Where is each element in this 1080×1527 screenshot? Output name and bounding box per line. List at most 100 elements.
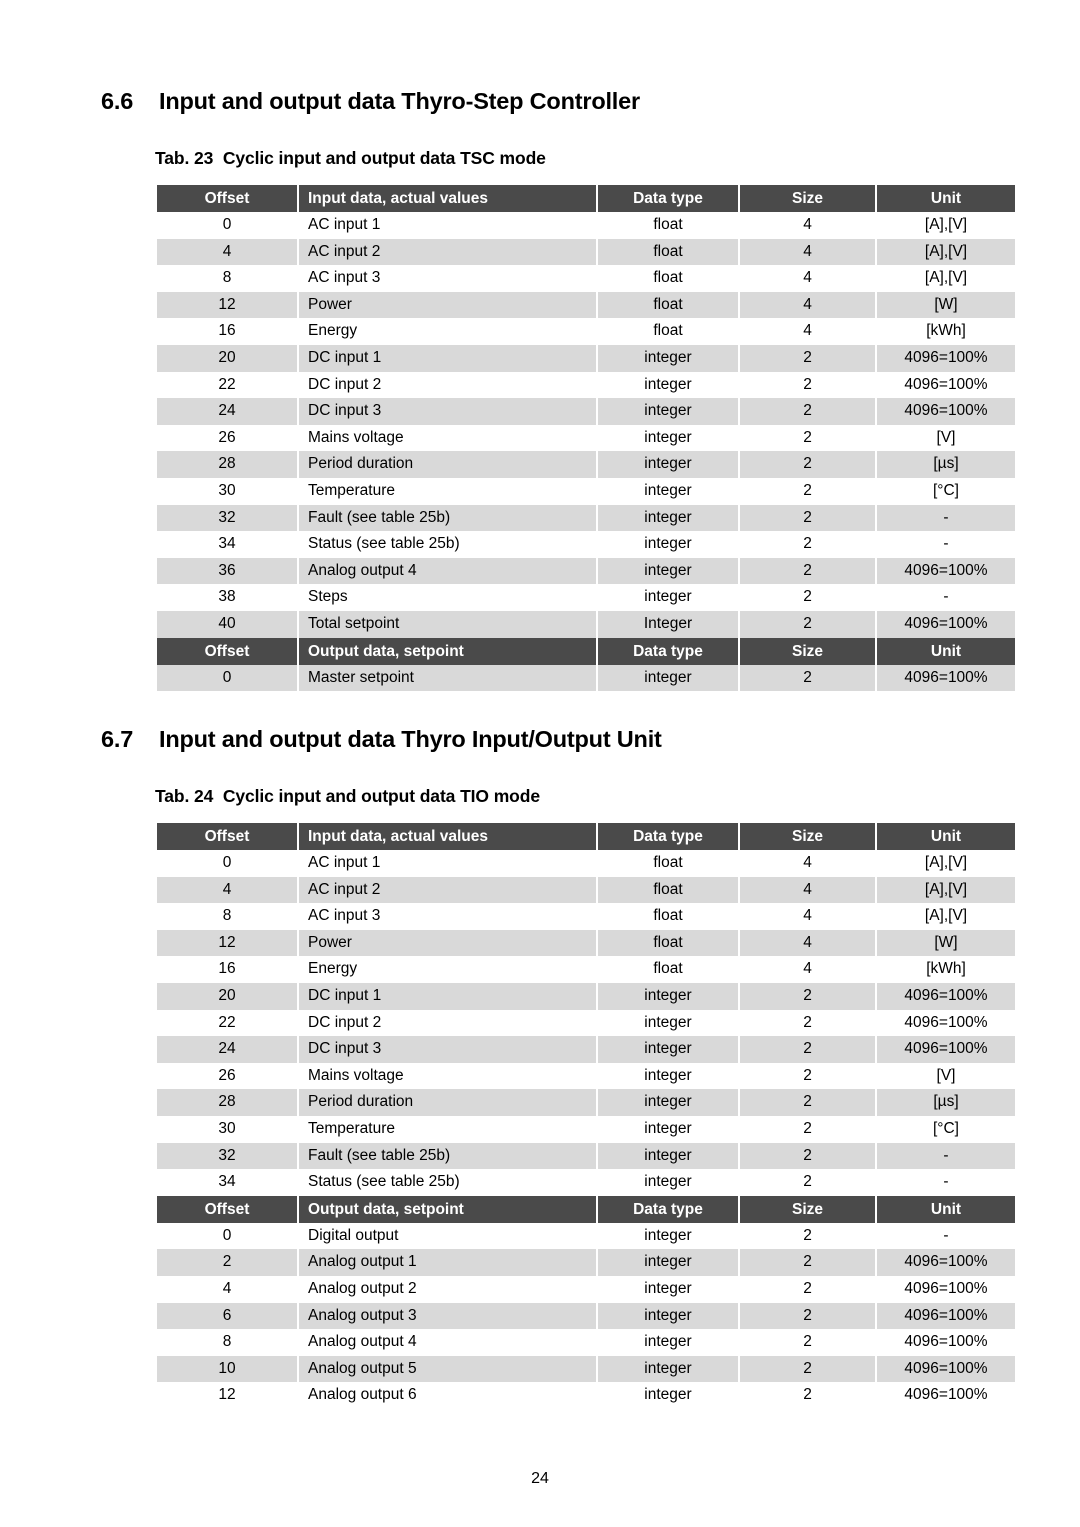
table-row: 26 Mains voltage integer 2 [V] [157, 1062, 1015, 1090]
table-cell: 2 [740, 1089, 875, 1116]
table-cell: 4 [157, 1275, 297, 1303]
table-cell: 4 [740, 238, 875, 266]
table-cell: 2 [740, 424, 875, 452]
table-row: 20 DC input 1 integer 2 4096=100% [157, 982, 1015, 1010]
table-cell: Temperature [299, 477, 596, 505]
table-row: 36 Analog output 4 integer 2 4096=100% [157, 557, 1015, 585]
table-cell: 16 [157, 318, 297, 345]
table-row: 0 AC input 1 float 4 [A],[V] [157, 212, 1015, 239]
table-cell: 2 [740, 504, 875, 532]
table-cell: 24 [157, 398, 297, 425]
table-cell: 2 [740, 531, 875, 558]
table-cell: integer [598, 664, 738, 692]
table-cell: 2 [740, 1382, 875, 1409]
table-cell: DC input 2 [299, 371, 596, 399]
table-cell: [V] [877, 424, 1015, 452]
column-header: Data type [598, 823, 738, 850]
table-24-body: Offset Input data, actual values Data type… [157, 823, 1015, 1409]
table-cell: Temperature [299, 1115, 596, 1143]
table-cell: 2 [740, 371, 875, 399]
table-cell: integer [598, 504, 738, 532]
table-cell: - [877, 1142, 1015, 1170]
table-row: 24 DC input 3 integer 2 4096=100% [157, 1036, 1015, 1063]
table-cell: float [598, 929, 738, 957]
table-cell: 22 [157, 1009, 297, 1037]
table-cell: integer [598, 557, 738, 585]
table-cell: 4 [740, 903, 875, 930]
table-cell: 4 [740, 291, 875, 319]
table-cell: integer [598, 584, 738, 611]
table-cell: 4096=100% [877, 1249, 1015, 1276]
table-cell: integer [598, 1169, 738, 1196]
table-cell: integer [598, 344, 738, 372]
table-cell: 30 [157, 1115, 297, 1143]
section-number: 6.6 [101, 88, 134, 114]
table-cell: float [598, 265, 738, 292]
table-cell: Steps [299, 584, 596, 611]
table-cell: Energy [299, 318, 596, 345]
table-cell: 4 [740, 956, 875, 983]
table-cell: 0 [157, 212, 297, 239]
table-cell: float [598, 212, 738, 239]
table-cell: [W] [877, 929, 1015, 957]
table-cell: Analog output 6 [299, 1382, 596, 1409]
table-cell: 4096=100% [877, 1009, 1015, 1037]
column-header: Input data, actual values [299, 185, 596, 212]
table-cell: AC input 2 [299, 876, 596, 904]
table-cell: 2 [740, 398, 875, 425]
table-cell: 4096=100% [877, 1382, 1015, 1409]
table-cell: Integer [598, 610, 738, 638]
column-header: Size [740, 823, 875, 850]
table-row: 4 AC input 2 float 4 [A],[V] [157, 238, 1015, 266]
table-cell: DC input 1 [299, 982, 596, 1010]
column-header: Offset [157, 1195, 297, 1223]
table-cell: 2 [740, 557, 875, 585]
column-header: Offset [157, 637, 297, 665]
table-cell: 2 [740, 1115, 875, 1143]
table-cell: integer [598, 531, 738, 558]
table-cell: integer [598, 1382, 738, 1409]
table-24: Offset Input data, actual values Data type… [155, 823, 1017, 1409]
table-cell: 22 [157, 371, 297, 399]
table-cell: 28 [157, 1089, 297, 1116]
table-cell: 4096=100% [877, 557, 1015, 585]
table-cell: 4096=100% [877, 982, 1015, 1010]
table-row: 30 Temperature integer 2 [°C] [157, 1115, 1015, 1143]
table-row: 20 DC input 1 integer 2 4096=100% [157, 344, 1015, 372]
table-cell: Total setpoint [299, 610, 596, 638]
table-cell: 0 [157, 1222, 297, 1250]
table-cell: [A],[V] [877, 903, 1015, 930]
table-cell: integer [598, 1115, 738, 1143]
table-cell: 2 [740, 1169, 875, 1196]
table-cell: integer [598, 424, 738, 452]
table-cell: 4 [740, 876, 875, 904]
table-24-container: Offset Input data, actual values Data type… [155, 823, 1017, 1409]
column-header: Size [740, 1195, 875, 1223]
table-row: 2 Analog output 1 integer 2 4096=100% [157, 1249, 1015, 1276]
table-row: 6 Analog output 3 integer 2 4096=100% [157, 1302, 1015, 1330]
section-title: Input and output data Thyro Input/Output… [159, 726, 662, 752]
table-row: 38 Steps integer 2- [157, 584, 1015, 611]
table-cell: 0 [157, 664, 297, 692]
table-cell: 20 [157, 982, 297, 1010]
table-cell: - [877, 531, 1015, 558]
table-cell: 12 [157, 291, 297, 319]
table-cell: Mains voltage [299, 424, 596, 452]
table-cell: - [877, 1222, 1015, 1250]
table-cell: Status (see table 25b) [299, 1169, 596, 1196]
table-cell: 6 [157, 1302, 297, 1330]
table-cell: Analog output 4 [299, 1329, 596, 1356]
section-title: Input and output data Thyro-Step Control… [159, 88, 640, 114]
table-caption-24: Tab. 24 Cyclic input and output data TIO… [155, 786, 540, 806]
table-cell: 4 [740, 850, 875, 877]
table-header-row-input: Offset Input data, actual values Data type… [157, 185, 1015, 212]
column-header: Unit [877, 185, 1015, 212]
table-cell: Power [299, 929, 596, 957]
table-caption-23: Tab. 23 Cyclic input and output data TSC… [155, 148, 546, 168]
table-cell: 2 [740, 477, 875, 505]
table-cell: Master setpoint [299, 664, 596, 692]
table-cell: 2 [740, 1222, 875, 1250]
table-cell: 2 [740, 1302, 875, 1330]
table-row: 8 Analog output 4 integer 2 4096=100% [157, 1329, 1015, 1356]
table-cell: Fault (see table 25b) [299, 504, 596, 532]
